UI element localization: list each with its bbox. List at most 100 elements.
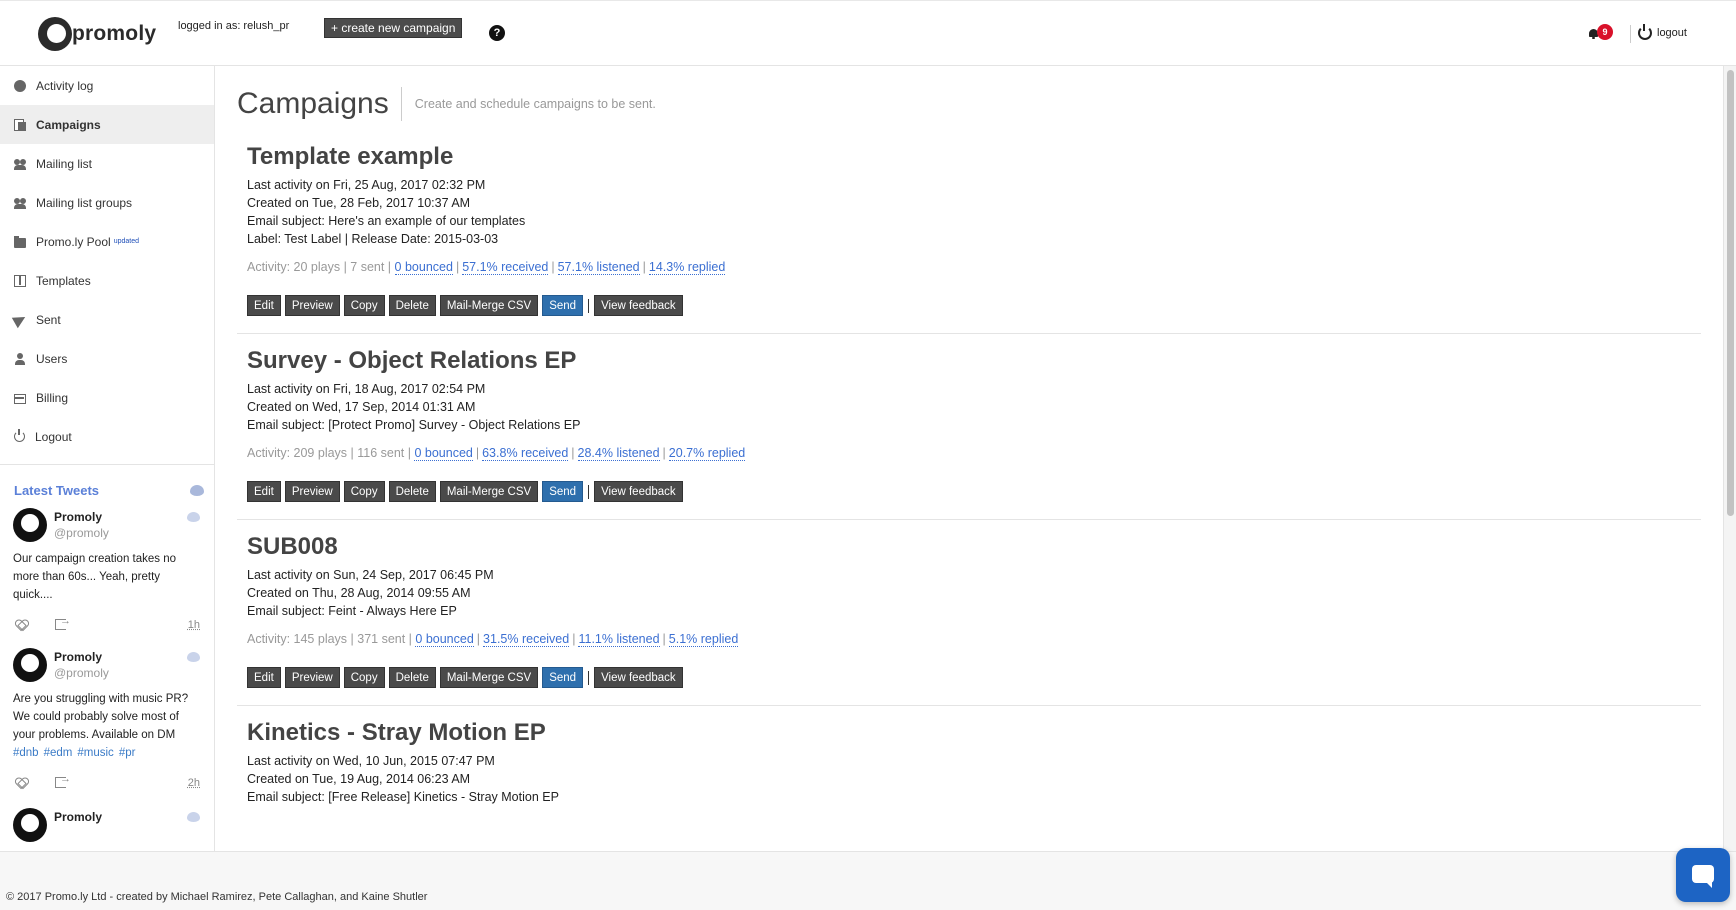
- delete-button[interactable]: Delete: [388, 667, 436, 688]
- logout-link[interactable]: logout: [1638, 24, 1687, 40]
- hashtag-link[interactable]: #dnb: [13, 747, 39, 759]
- tweet-author-name[interactable]: Promoly: [54, 650, 109, 664]
- bounced-link[interactable]: 0 bounced: [414, 446, 473, 461]
- received-link[interactable]: 57.1% received: [462, 260, 549, 275]
- delete-button[interactable]: Delete: [388, 295, 436, 316]
- bounced-link[interactable]: 0 bounced: [415, 632, 474, 647]
- avatar[interactable]: [13, 508, 47, 542]
- listened-link[interactable]: 57.1% listened: [557, 260, 640, 275]
- edit-button[interactable]: Edit: [247, 667, 281, 688]
- logged-in-label: logged in as: relush_pr: [178, 20, 290, 32]
- view-feedback-button[interactable]: View feedback: [594, 667, 683, 688]
- create-campaign-button[interactable]: + create new campaign: [324, 18, 463, 38]
- sidebar-item-sent[interactable]: Sent: [0, 300, 214, 339]
- twitter-bird-icon[interactable]: [187, 652, 200, 662]
- mail-merge-csv-button[interactable]: Mail-Merge CSV: [439, 295, 539, 316]
- chat-widget-button[interactable]: [1676, 848, 1730, 902]
- preview-button[interactable]: Preview: [284, 481, 340, 502]
- copy-button[interactable]: Copy: [343, 481, 385, 502]
- sidebar-item-logout[interactable]: Logout: [0, 417, 214, 456]
- tweet-hashtags: #dnb #edm #music #pr: [13, 744, 198, 762]
- sidebar-item-mailing-list-groups[interactable]: Mailing list groups: [0, 183, 214, 222]
- tweet-author-name[interactable]: Promoly: [54, 810, 102, 824]
- send-button[interactable]: Send: [542, 667, 584, 688]
- promoly-logo[interactable]: promoly: [38, 17, 156, 53]
- mail-merge-csv-button[interactable]: Mail-Merge CSV: [439, 667, 539, 688]
- campaign-last-activity: Last activity on Wed, 10 Jun, 2015 07:47…: [247, 754, 495, 768]
- footer: © 2017 Promo.ly Ltd - created by Michael…: [0, 851, 1736, 910]
- campaign-created: Created on Wed, 17 Sep, 2014 01:31 AM: [247, 400, 476, 414]
- hashtag-link[interactable]: #pr: [119, 747, 136, 759]
- send-button[interactable]: Send: [542, 481, 584, 502]
- sidebar-item-activity-log[interactable]: Activity log: [0, 66, 214, 105]
- listened-link[interactable]: 28.4% listened: [577, 446, 660, 461]
- preview-button[interactable]: Preview: [284, 295, 340, 316]
- replied-link[interactable]: 5.1% replied: [668, 632, 739, 647]
- twitter-bird-icon[interactable]: [187, 512, 200, 522]
- tweet-author-handle[interactable]: @promoly: [54, 666, 109, 680]
- campaign-title[interactable]: SUB008: [247, 532, 1701, 562]
- help-icon[interactable]: ?: [489, 25, 505, 41]
- send-button[interactable]: Send: [542, 295, 584, 316]
- sidebar-item-label: Mailing list: [36, 156, 93, 171]
- copy-button[interactable]: Copy: [343, 295, 385, 316]
- edit-button[interactable]: Edit: [247, 295, 281, 316]
- avatar[interactable]: [13, 808, 47, 842]
- received-link[interactable]: 63.8% received: [482, 446, 569, 461]
- bounced-link[interactable]: 0 bounced: [394, 260, 453, 275]
- button-divider: [588, 298, 590, 313]
- twitter-bird-icon[interactable]: [187, 812, 200, 822]
- scrollbar-thumb[interactable]: [1727, 70, 1734, 516]
- preview-button[interactable]: Preview: [284, 667, 340, 688]
- sidebar-item-label: Campaigns: [36, 117, 101, 132]
- avatar[interactable]: [13, 648, 47, 682]
- copy-button[interactable]: Copy: [343, 667, 385, 688]
- tweet-time[interactable]: 1h: [188, 619, 200, 631]
- sidebar-item-promoly-pool[interactable]: Promo.ly Pool updated: [0, 222, 214, 261]
- activity-summary: Activity: 20 plays | 7 sent |: [247, 260, 392, 274]
- user-icon: [14, 352, 26, 365]
- latest-tweets-title[interactable]: Latest Tweets: [14, 483, 99, 498]
- view-feedback-button[interactable]: View feedback: [594, 481, 683, 502]
- twitter-bird-icon[interactable]: [190, 485, 204, 496]
- tweet-author-name[interactable]: Promoly: [54, 510, 109, 524]
- sidebar-item-users[interactable]: Users: [0, 339, 214, 378]
- hashtag-link[interactable]: #edm: [44, 747, 73, 759]
- columns-icon: [14, 274, 26, 287]
- sidebar-item-label: Logout: [35, 429, 72, 444]
- campaign-card: Template example Last activity on Fri, 2…: [237, 130, 1701, 334]
- notification-badge[interactable]: 9: [1597, 24, 1613, 40]
- mail-merge-csv-button[interactable]: Mail-Merge CSV: [439, 481, 539, 502]
- campaign-title[interactable]: Template example: [247, 142, 1701, 172]
- sidebar-item-label: Mailing list groups: [36, 195, 133, 210]
- campaign-created: Created on Thu, 28 Aug, 2014 09:55 AM: [247, 586, 471, 600]
- tweet-author-handle[interactable]: @promoly: [54, 526, 109, 540]
- replied-link[interactable]: 20.7% replied: [668, 446, 746, 461]
- tweet-time[interactable]: 2h: [188, 777, 200, 789]
- replied-link[interactable]: 14.3% replied: [648, 260, 726, 275]
- sidebar-item-label: Templates: [36, 273, 91, 288]
- received-link[interactable]: 31.5% received: [483, 632, 570, 647]
- campaign-title[interactable]: Kinetics - Stray Motion EP: [247, 718, 1701, 748]
- listened-link[interactable]: 11.1% listened: [578, 632, 660, 647]
- sidebar-item-templates[interactable]: Templates: [0, 261, 214, 300]
- sidebar-item-mailing-list[interactable]: Mailing list: [0, 144, 214, 183]
- view-feedback-button[interactable]: View feedback: [594, 295, 683, 316]
- edit-button[interactable]: Edit: [247, 481, 281, 502]
- top-header: promoly logged in as: relush_pr + create…: [0, 0, 1736, 66]
- tweet-item: Promoly @promoly Our campaign creation t…: [0, 498, 214, 632]
- like-heart-icon[interactable]: [15, 777, 27, 788]
- like-heart-icon[interactable]: [15, 619, 27, 630]
- share-icon[interactable]: [55, 773, 71, 788]
- sidebar-item-campaigns[interactable]: Campaigns: [0, 105, 214, 144]
- sidebar-item-label: Users: [36, 351, 68, 366]
- sidebar-item-billing[interactable]: Billing: [0, 378, 214, 417]
- share-icon[interactable]: [55, 615, 71, 630]
- campaign-title[interactable]: Survey - Object Relations EP: [247, 346, 1701, 376]
- campaign-created: Created on Tue, 19 Aug, 2014 06:23 AM: [247, 772, 471, 786]
- delete-button[interactable]: Delete: [388, 481, 436, 502]
- campaign-activity: Activity: 20 plays | 7 sent | 0 bounced |…: [247, 260, 726, 275]
- main-scrollbar[interactable]: [1723, 66, 1736, 851]
- sidebar-item-label: Sent: [36, 312, 61, 327]
- hashtag-link[interactable]: #music: [77, 747, 113, 759]
